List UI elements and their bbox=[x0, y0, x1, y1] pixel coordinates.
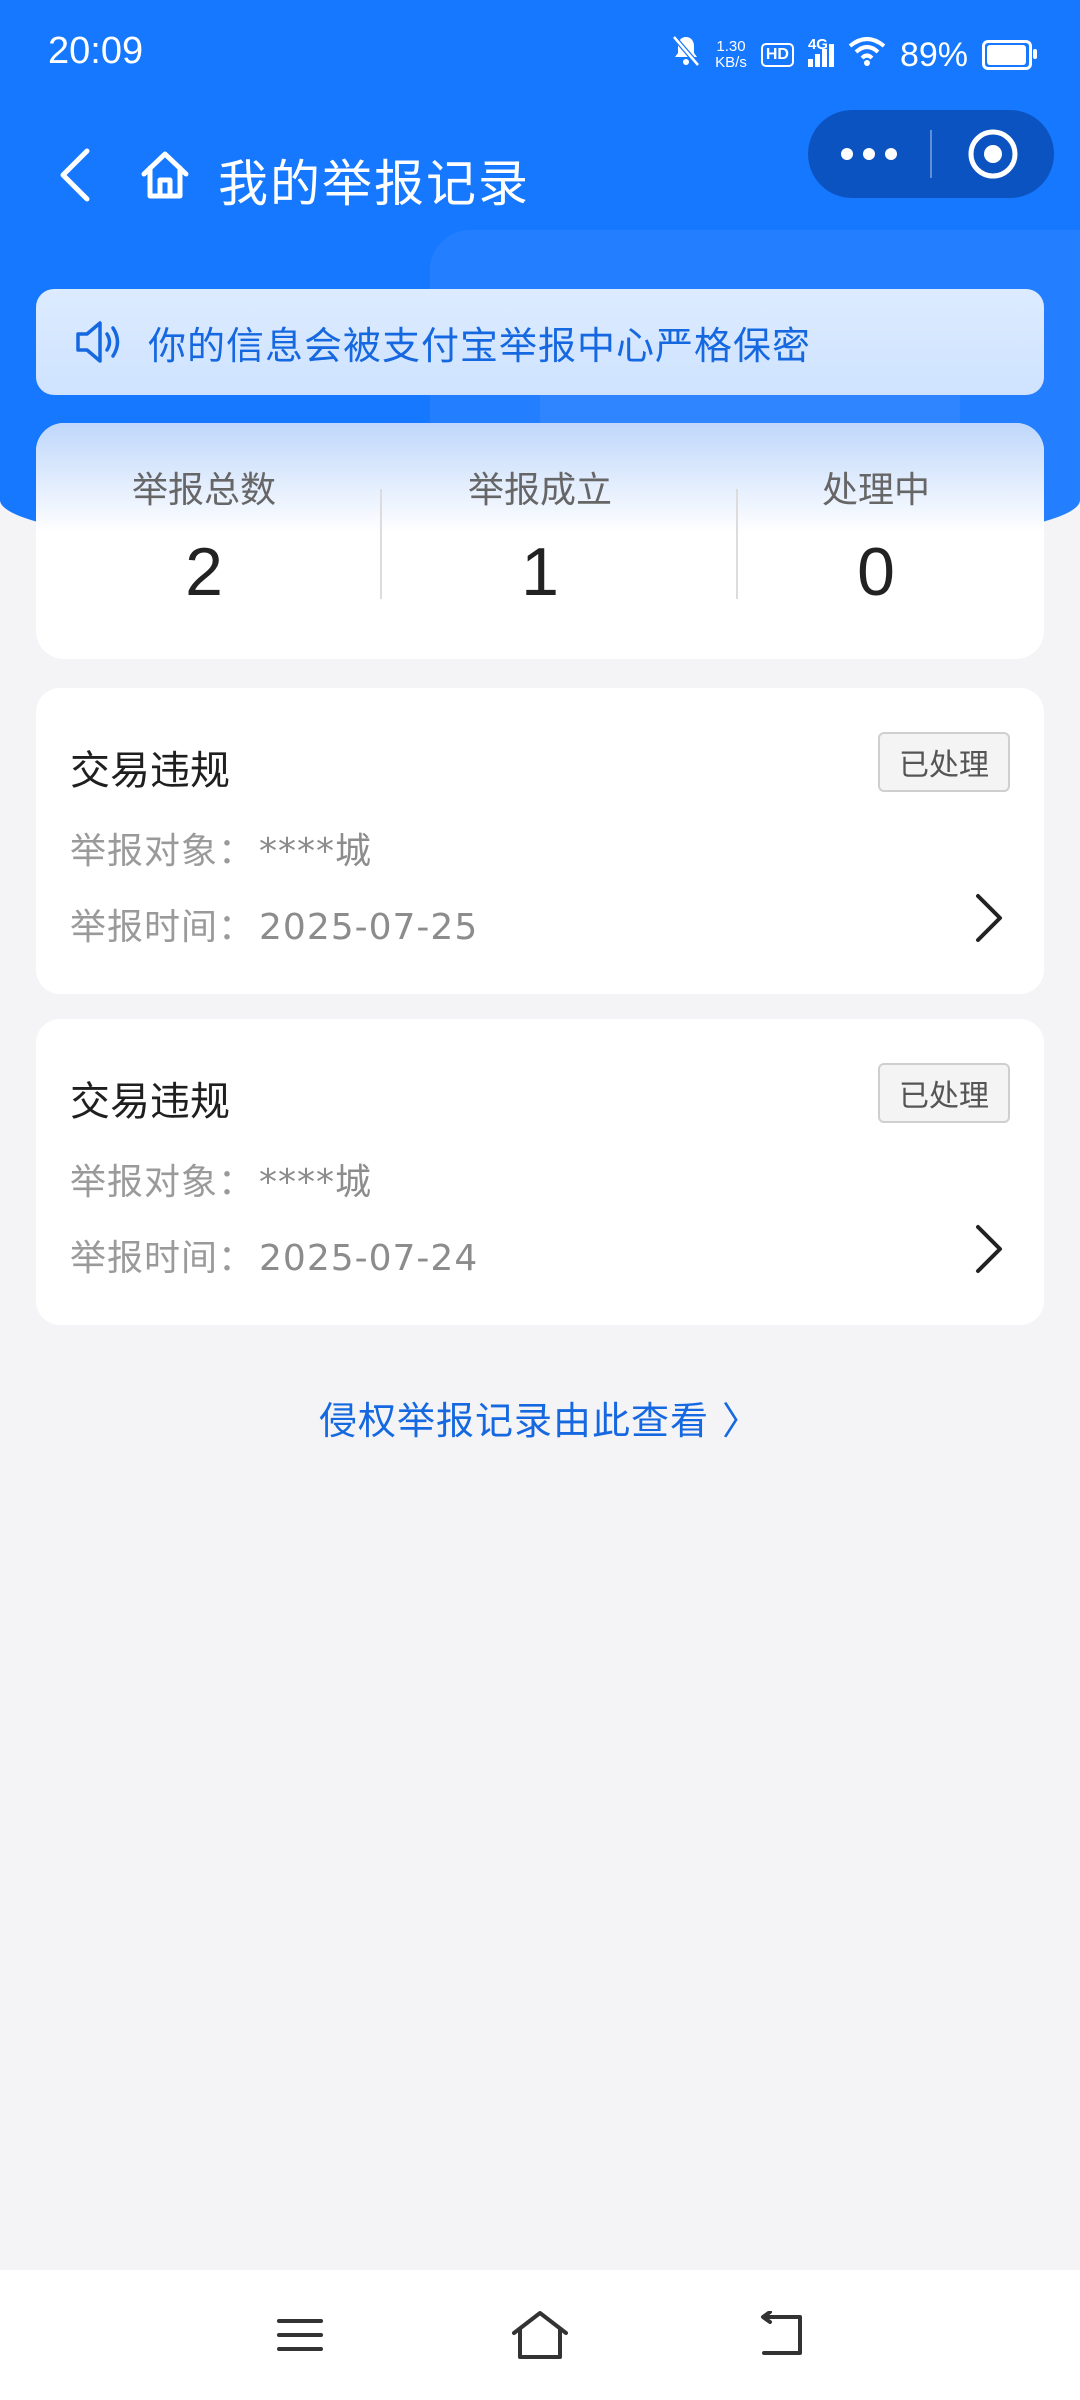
menu-icon bbox=[277, 2319, 323, 2351]
record-time-value: 2025-07-25 bbox=[259, 907, 479, 948]
chevron-left-icon bbox=[60, 148, 90, 202]
home-button[interactable] bbox=[120, 130, 210, 220]
mute-bell-icon bbox=[671, 34, 701, 77]
stat-value: 2 bbox=[185, 534, 223, 610]
record-target-label: 举报对象： bbox=[70, 831, 256, 872]
notice-text: 你的信息会被支付宝举报中心严格保密 bbox=[148, 323, 812, 368]
record-time-value: 2025-07-24 bbox=[259, 1238, 479, 1279]
stat-label: 举报成立 bbox=[467, 470, 612, 511]
home-outline-icon bbox=[512, 2311, 568, 2359]
chevron-right-icon bbox=[976, 894, 1002, 942]
infringement-records-link[interactable]: 侵权举报记录由此查看 〉 bbox=[0, 1390, 1080, 1445]
record-type: 交易违规 bbox=[70, 1079, 230, 1125]
system-back-button[interactable] bbox=[742, 2300, 822, 2370]
speaker-icon bbox=[74, 312, 134, 372]
record-target: 举报对象： ****城 bbox=[70, 1153, 372, 1205]
battery-icon bbox=[982, 40, 1037, 70]
nav-bar: 我的举报记录 bbox=[0, 110, 1080, 240]
stat-value: 0 bbox=[857, 534, 895, 610]
system-home-button[interactable] bbox=[500, 2300, 580, 2370]
record-time: 举报时间： 2025-07-25 bbox=[70, 898, 478, 950]
record-time-label: 举报时间： bbox=[70, 907, 256, 948]
record-target-label: 举报对象： bbox=[70, 1162, 256, 1203]
report-record-card[interactable]: 交易违规 已处理 举报对象： ****城 举报时间： 2025-07-25 bbox=[36, 688, 1044, 994]
system-nav-bar bbox=[0, 2270, 1080, 2400]
stat-label: 举报总数 bbox=[131, 470, 276, 511]
record-time-label: 举报时间： bbox=[70, 1238, 256, 1279]
stat-label: 处理中 bbox=[821, 470, 930, 511]
back-arrow-icon bbox=[761, 2311, 802, 2355]
hd-icon: HD bbox=[760, 43, 794, 67]
stat-established: 举报成立 1 bbox=[372, 423, 708, 659]
record-target: 举报对象： ****城 bbox=[70, 822, 372, 874]
stat-total: 举报总数 2 bbox=[36, 423, 372, 659]
battery-percent: 89% bbox=[899, 35, 968, 74]
status-badge: 已处理 bbox=[878, 732, 1010, 792]
stat-processing: 处理中 0 bbox=[708, 423, 1044, 659]
record-target-value: ****城 bbox=[259, 831, 373, 872]
back-button[interactable] bbox=[30, 130, 120, 220]
status-icons: 1.30 KB/s HD 4G 89% bbox=[671, 28, 1037, 82]
record-time: 举报时间： 2025-07-24 bbox=[70, 1229, 478, 1281]
more-dots-icon bbox=[841, 148, 897, 160]
recent-apps-button[interactable] bbox=[260, 2300, 340, 2370]
battery-level bbox=[987, 45, 1027, 65]
net-speed: 1.30 KB/s bbox=[715, 38, 747, 71]
stat-value: 1 bbox=[521, 534, 559, 610]
home-icon bbox=[141, 151, 189, 199]
signal-icon: 4G bbox=[807, 36, 834, 67]
more-button[interactable] bbox=[808, 110, 930, 198]
status-bar: 20:09 1.30 KB/s HD 4G 89% bbox=[0, 0, 1080, 110]
target-circle-icon bbox=[968, 129, 1018, 179]
record-type: 交易违规 bbox=[70, 748, 230, 794]
miniapp-capsule bbox=[808, 110, 1054, 198]
page-title: 我的举报记录 bbox=[218, 155, 530, 213]
close-miniapp-button[interactable] bbox=[932, 110, 1054, 198]
privacy-notice: 你的信息会被支付宝举报中心严格保密 bbox=[36, 289, 1044, 395]
chevron-right-icon bbox=[976, 1225, 1002, 1273]
stats-card: 举报总数 2 举报成立 1 处理中 0 bbox=[36, 423, 1044, 659]
report-record-card[interactable]: 交易违规 已处理 举报对象： ****城 举报时间： 2025-07-24 bbox=[36, 1019, 1044, 1325]
wifi-icon bbox=[848, 36, 886, 75]
record-target-value: ****城 bbox=[259, 1162, 373, 1203]
status-time: 20:09 bbox=[48, 30, 144, 72]
status-badge: 已处理 bbox=[878, 1063, 1010, 1123]
